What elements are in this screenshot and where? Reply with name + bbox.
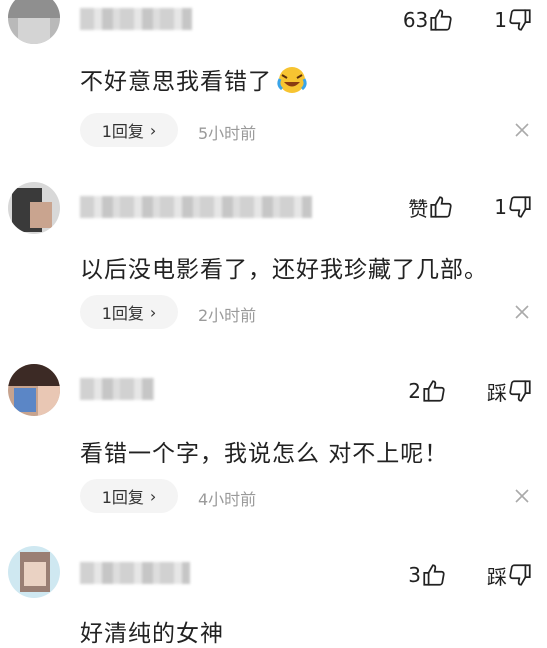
comment-time: 5小时前: [198, 124, 257, 143]
avatar[interactable]: [8, 546, 60, 598]
comment-time: 2小时前: [198, 306, 257, 325]
thumbs-up-icon: [428, 7, 454, 33]
comment-actions: 2 踩: [408, 376, 533, 406]
comment-text: 看错一个字，我说怎么 对不上呢！: [80, 441, 449, 467]
like-count: 赞: [408, 196, 429, 221]
like-button[interactable]: 赞: [408, 193, 454, 222]
thumbs-down-icon: [507, 7, 533, 33]
like-count: 63: [402, 8, 429, 32]
comment-text-content: 不好意思我看错了: [80, 69, 272, 95]
comment-time: 4小时前: [198, 490, 257, 509]
reply-count-label: 1回复: [101, 488, 144, 507]
close-icon[interactable]: [513, 303, 533, 323]
thumbs-down-icon: [507, 562, 533, 588]
close-icon[interactable]: [513, 121, 533, 141]
chevron-right-icon: ›: [149, 120, 157, 140]
thumbs-down-icon: [507, 378, 533, 404]
username-blurred[interactable]: [80, 8, 192, 30]
reply-count-button[interactable]: 1回复 ›: [80, 113, 178, 147]
like-button[interactable]: 3: [408, 562, 447, 588]
comment-text: 以后没电影看了，还好我珍藏了几部。: [80, 257, 488, 283]
like-button[interactable]: 63: [403, 7, 454, 33]
like-count: 3: [408, 563, 421, 587]
close-icon[interactable]: [513, 487, 533, 507]
chevron-right-icon: ›: [149, 486, 157, 506]
dislike-button[interactable]: 1: [494, 7, 533, 33]
comment-actions: 赞 1: [408, 192, 533, 222]
dislike-button[interactable]: 踩: [487, 377, 533, 406]
like-count: 2: [408, 379, 421, 403]
dislike-count: 1: [494, 195, 507, 219]
thumbs-up-icon: [421, 562, 447, 588]
avatar[interactable]: [8, 364, 60, 416]
dislike-count: 1: [494, 8, 507, 32]
dislike-button[interactable]: 1: [494, 194, 533, 220]
reply-count-label: 1回复: [101, 304, 144, 323]
comment-actions: 3 踩: [408, 560, 533, 590]
dislike-button[interactable]: 踩: [487, 561, 533, 590]
avatar[interactable]: [8, 182, 60, 234]
thumbs-up-icon: [421, 378, 447, 404]
username-blurred[interactable]: [80, 196, 312, 218]
chevron-right-icon: ›: [149, 302, 157, 322]
like-button[interactable]: 2: [408, 378, 447, 404]
comment-actions: 63 1: [403, 5, 533, 35]
dislike-count: 踩: [487, 564, 507, 589]
avatar[interactable]: [8, 0, 60, 44]
reply-count-button[interactable]: 1回复 ›: [80, 479, 178, 513]
dislike-count: 踩: [487, 380, 507, 405]
username-blurred[interactable]: [80, 378, 154, 400]
reply-count-label: 1回复: [101, 122, 144, 141]
reply-count-button[interactable]: 1回复 ›: [80, 295, 178, 329]
thumbs-down-icon: [507, 194, 533, 220]
username-blurred[interactable]: [80, 562, 190, 584]
crying-laughing-emoji-icon: [276, 65, 308, 101]
thumbs-up-icon: [428, 194, 454, 220]
comment-text: 不好意思我看错了: [80, 62, 308, 101]
comment-text: 好清纯的女神: [80, 621, 224, 647]
